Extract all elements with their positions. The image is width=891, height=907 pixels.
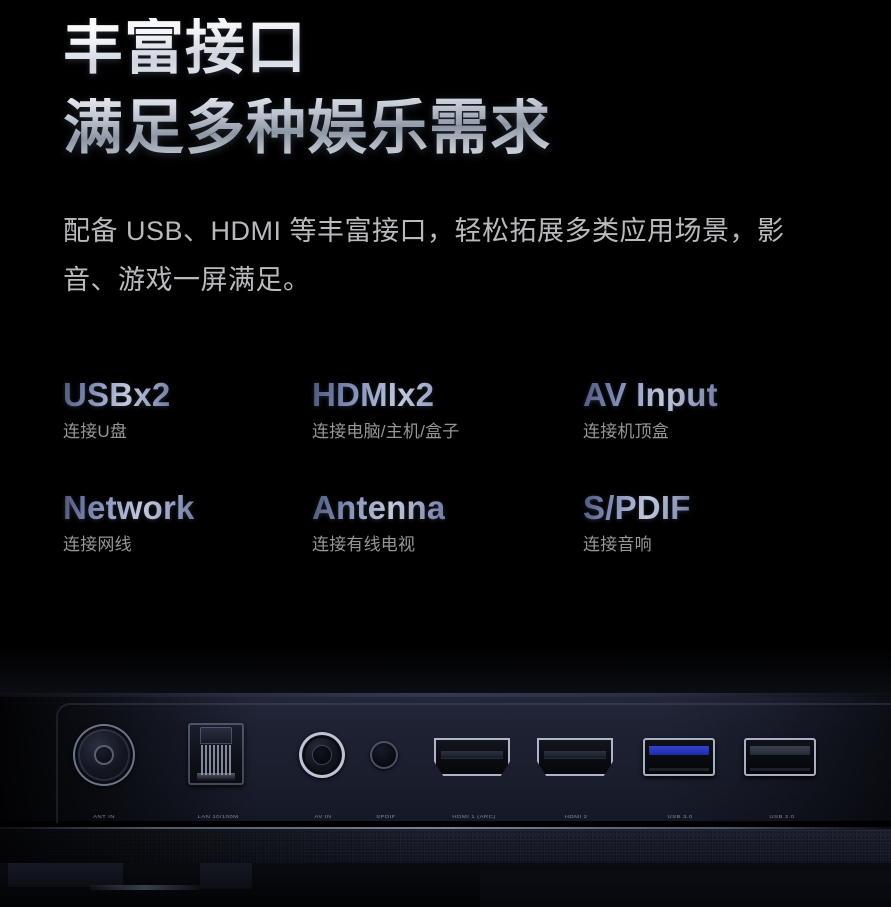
port-label-usb: USBx2 连接U盘 — [63, 378, 170, 440]
page-description: 配备 USB、HDMI 等丰富接口，轻松拓展多类应用场景，影音、游戏一屏满足。 — [63, 216, 785, 295]
usb-2-contact-bar-icon — [750, 768, 810, 771]
port-label-usb-subtitle: 连接U盘 — [63, 422, 128, 441]
port-label-antenna-subtitle: 连接有线电视 — [312, 535, 416, 554]
usb-2-gray-insert-icon — [750, 746, 810, 755]
chassis-textured-lip — [0, 829, 891, 863]
port-label-av-input: AV Input 连接机顶盒 — [583, 378, 718, 440]
connector-row — [0, 697, 891, 821]
usb-3-contact-bar-icon — [649, 768, 709, 771]
port-label-antenna-title: Antenna — [312, 489, 446, 526]
silkscreen-label-hdmi-1: HDMI 1 (ARC) — [452, 815, 496, 820]
rj45-lip-icon — [197, 773, 235, 781]
coaxial-antenna-port — [73, 724, 135, 786]
chassis-foot-left — [8, 861, 123, 887]
port-label-network-title: Network — [63, 489, 195, 526]
ethernet-rj45-port — [188, 723, 244, 785]
page-title-line-2: 满足多种娱乐需求 — [63, 94, 551, 161]
audio-jack-port — [299, 732, 345, 778]
hdmi-port-2 — [537, 738, 613, 776]
port-label-spdif: S/PDIF 连接音响 — [583, 491, 691, 553]
port-label-hdmi: HDMIx2 连接电脑/主机/盒子 — [312, 378, 459, 440]
panel-divider-line — [0, 827, 891, 829]
chassis-lower-shadow — [0, 859, 891, 907]
usb-2-port — [744, 738, 816, 776]
port-label-spdif-title: S/PDIF — [583, 489, 691, 526]
silkscreen-label-lan: LAN 10/100M — [197, 815, 239, 820]
stand-highlight-bar — [90, 885, 200, 890]
silkscreen-label-hdmi-2: HDMI 2 — [564, 815, 588, 820]
silkscreen-label-spdif: SPDIF — [376, 815, 396, 820]
port-label-av-input-title: AV Input — [583, 376, 718, 413]
port-label-network: Network 连接网线 — [63, 491, 195, 553]
photo-top-fade — [0, 645, 891, 693]
stand-shadow-right — [480, 871, 891, 907]
port-label-network-subtitle: 连接网线 — [63, 535, 132, 554]
hdmi-port-1 — [434, 738, 510, 776]
usb-3-port — [643, 738, 715, 776]
silkscreen-label-av: AV IN — [314, 815, 332, 820]
hdmi-1-tongue-icon — [441, 751, 503, 758]
silkscreen-label-usb-2: USB 2.0 — [769, 815, 795, 820]
hdmi-2-tongue-icon — [544, 751, 606, 758]
ports-feature-page: 丰富接口 满足多种娱乐需求 配备 USB、HDMI 等丰富接口，轻松拓展多类应用… — [0, 0, 891, 907]
silkscreen-label-usb-3: USB 3.0 — [667, 815, 693, 820]
audio-jack-hole-icon — [312, 745, 332, 765]
rj45-latch-icon — [200, 727, 232, 744]
port-label-spdif-subtitle: 连接音响 — [583, 535, 652, 554]
page-title-line-1: 丰富接口 — [63, 14, 307, 81]
port-label-hdmi-subtitle: 连接电脑/主机/盒子 — [312, 422, 460, 441]
coaxial-center-pin-icon — [94, 745, 114, 765]
tv-rear-port-panel-photo: ANT IN LAN 10/100M AV IN SPDIF HDMI 1 (A… — [0, 645, 891, 907]
port-label-hdmi-title: HDMIx2 — [312, 378, 459, 411]
port-label-av-input-subtitle: 连接机顶盒 — [583, 422, 669, 441]
port-label-usb-title: USBx2 — [63, 376, 171, 413]
usb-3-blue-insert-icon — [649, 746, 709, 755]
spdif-jack-port — [370, 741, 398, 769]
rj45-pins-icon — [201, 745, 232, 775]
chassis-foot-mid — [200, 859, 252, 889]
silkscreen-label-antenna: ANT IN — [93, 815, 115, 820]
port-label-antenna: Antenna 连接有线电视 — [312, 491, 445, 553]
